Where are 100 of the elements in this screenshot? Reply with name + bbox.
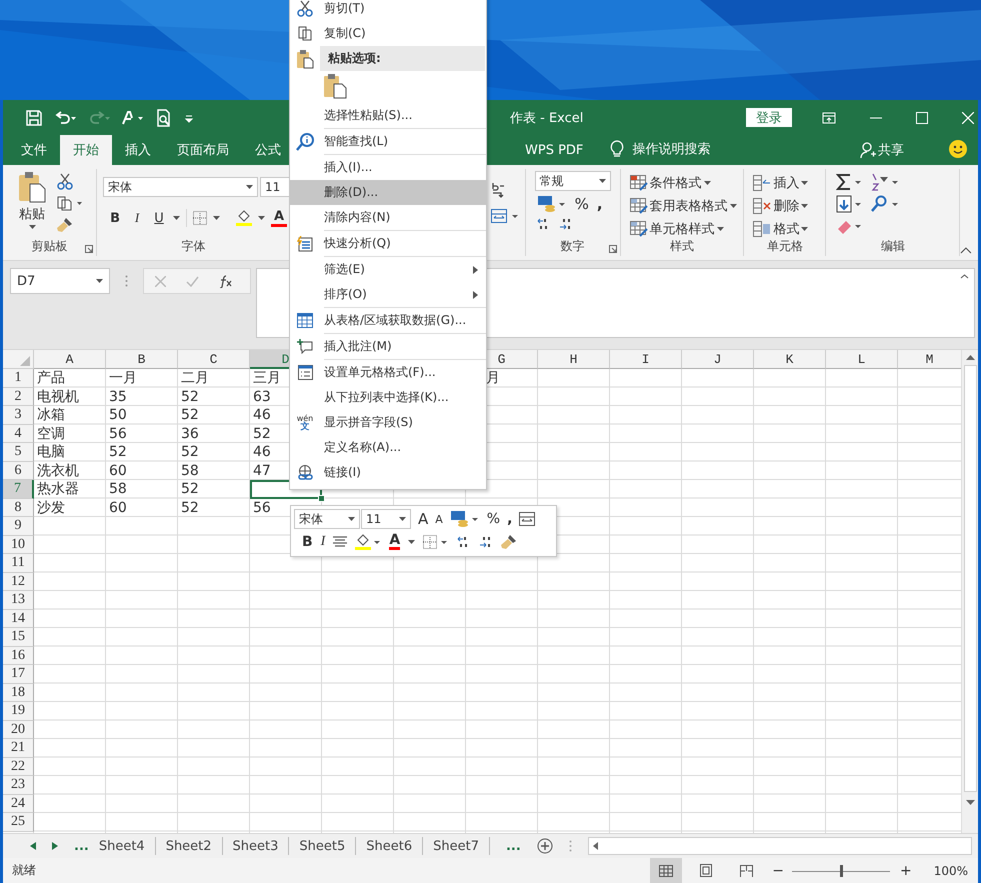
format-painter-icon[interactable] [501,534,518,550]
row-header[interactable]: 13 [3,591,34,610]
more-sheets-button[interactable]: ... [506,838,521,854]
menu-item[interactable]: 插入(I)... [290,155,486,180]
drag-handle-icon[interactable] [125,275,128,287]
column-header[interactable]: K [754,350,826,369]
name-box[interactable]: D7 [10,268,110,294]
row-header[interactable]: 14 [3,610,34,628]
row-header[interactable]: 10 [3,536,34,554]
menu-item[interactable]: 链接(I) [290,460,486,485]
sheet-tab[interactable]: Sheet4 [98,837,156,855]
row-header[interactable]: 6 [3,462,34,480]
borders-icon[interactable] [423,534,450,548]
scissors-icon[interactable] [57,173,73,190]
row-header[interactable]: 15 [3,628,34,646]
comma-style-button[interactable]: , [596,195,603,213]
menu-item[interactable]: 快速分析(Q) [290,231,486,256]
sign-in-button[interactable]: 登录 [746,108,792,127]
fill-color-icon[interactable] [236,210,252,226]
scroll-left-icon[interactable] [592,842,598,850]
row-header[interactable]: 1 [3,369,34,388]
cells-button[interactable]: 格式 [753,219,826,238]
row-header[interactable]: 12 [3,572,34,591]
row-header[interactable]: 19 [3,702,34,720]
bold-button[interactable]: B [107,210,124,226]
column-header[interactable]: J [682,350,754,369]
paste-button[interactable]: 粘贴 [17,171,47,238]
row-header[interactable]: 5 [3,443,34,462]
tell-me-search[interactable]: 操作说明搜索 [632,135,710,165]
lightbulb-icon[interactable] [610,140,624,158]
copy-icon[interactable] [57,196,83,211]
ribbon-tab[interactable]: 插入 [112,135,164,165]
menu-item[interactable]: 从表格/区域获取数据(G)... [290,308,486,333]
dialog-launcher-icon[interactable] [608,245,617,253]
column-header[interactable]: M [898,350,962,369]
font-size-field[interactable]: 11 [361,509,411,529]
column-header[interactable]: A [34,350,106,369]
comma-style-button[interactable]: , [507,511,512,527]
save-icon[interactable] [26,110,42,126]
row-header[interactable]: 16 [3,646,34,665]
print-preview-icon[interactable] [156,108,172,126]
menu-item[interactable]: 选择性粘贴(S)... [290,103,486,128]
row-header[interactable]: 17 [3,665,34,684]
caret-icon[interactable] [258,216,266,220]
insert-function-icon[interactable] [219,274,233,288]
horizontal-scrollbar[interactable] [588,837,972,855]
wrap-text-icon[interactable] [491,181,507,199]
number-format-field[interactable]: 常规 [534,171,611,191]
column-header[interactable]: H [538,350,610,369]
ribbon-tab[interactable]: 页面布局 [164,135,242,165]
zoom-slider[interactable] [792,864,890,876]
row-header[interactable]: 21 [3,739,34,758]
search-icon[interactable] [870,195,900,213]
italic-button[interactable]: I [129,210,146,226]
collapse-ribbon-icon[interactable] [960,247,972,254]
menu-item[interactable]: 智能查找(L) [290,129,486,154]
row-header[interactable]: 23 [3,776,34,794]
ribbon-tab[interactable]: 开始 [60,135,112,165]
menu-item[interactable]: 筛选(E) [290,257,486,282]
normal-view-button[interactable] [650,858,682,883]
zoom-in-button[interactable]: + [900,862,912,878]
row-header[interactable]: 11 [3,554,34,572]
row-header[interactable]: 2 [3,388,34,406]
next-sheet-icon[interactable] [52,842,58,850]
drag-handle-icon[interactable] [568,840,572,852]
align-center-icon[interactable] [333,536,348,548]
caret-icon[interactable] [408,540,416,544]
dialog-launcher-icon[interactable] [85,245,94,253]
column-header[interactable]: L [826,350,898,369]
percent-button[interactable]: % [486,511,500,527]
row-header[interactable]: 20 [3,720,34,739]
row-header[interactable]: 25 [3,813,34,832]
styles-button[interactable]: 单元格样式 [630,219,744,238]
font-name-field[interactable]: 宋体 [294,509,360,529]
smiley-icon[interactable] [948,139,968,159]
row-header[interactable]: 7 [3,480,34,498]
caret-icon[interactable] [173,216,180,220]
more-sheets-button[interactable]: ... [74,838,89,854]
cells-button[interactable]: 删除 [753,196,826,215]
row-header[interactable]: 18 [3,684,34,702]
maximize-icon[interactable] [916,112,928,124]
minimize-icon[interactable] [870,116,882,118]
merge-center-icon[interactable] [491,209,519,223]
scroll-up-icon[interactable] [966,355,974,360]
sheet-tab[interactable]: Sheet7 [433,837,490,855]
row-header[interactable]: 4 [3,424,34,443]
menu-item[interactable]: 清除内容(N) [290,205,486,230]
font-color-button[interactable]: A [389,533,400,550]
font-name-field[interactable]: 宋体 [103,177,258,197]
merge-center-icon[interactable] [519,512,536,526]
zoom-out-button[interactable]: − [772,862,784,878]
sort-filter-icon[interactable] [870,173,900,191]
row-header[interactable]: 24 [3,794,34,813]
grow-font-button[interactable]: A [418,510,428,528]
shrink-font-button[interactable]: A [435,512,443,526]
customize-icon[interactable] [184,112,194,122]
fill-color-icon[interactable] [355,534,382,550]
add-sheet-icon[interactable] [536,838,553,854]
percent-button[interactable]: % [574,195,589,213]
borders-icon[interactable] [193,211,208,225]
